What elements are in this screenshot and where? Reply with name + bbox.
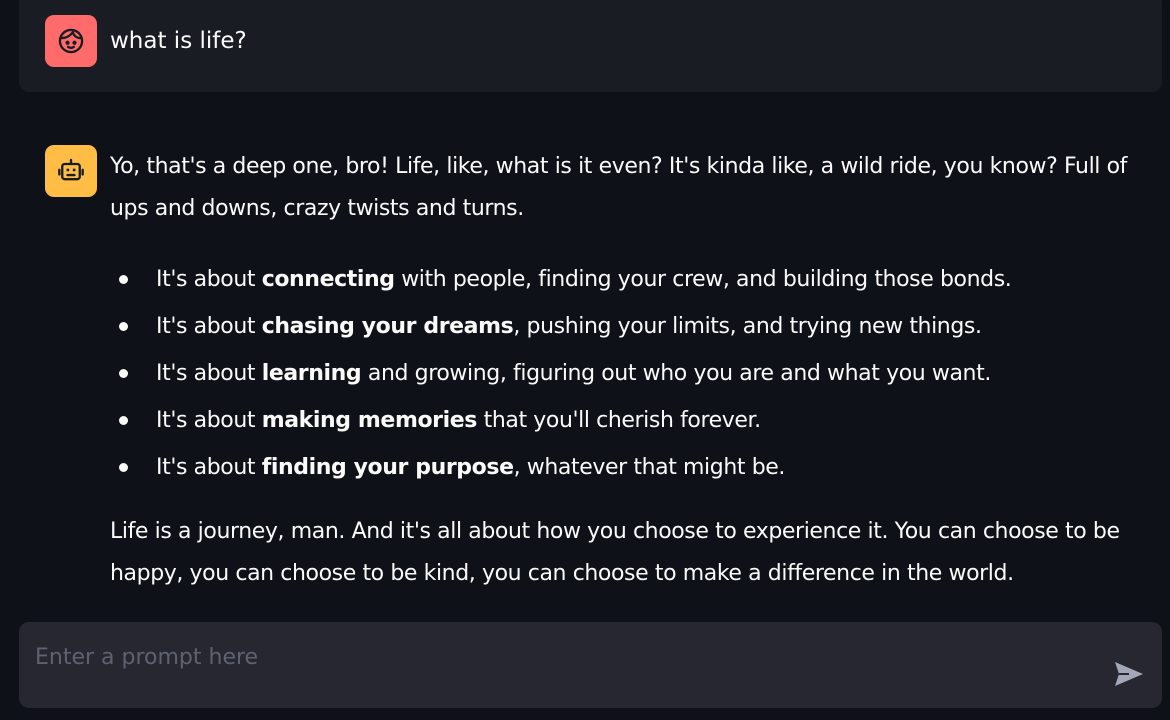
bullet-item: It's about chasing your dreams, pushing … — [119, 303, 1150, 350]
assistant-message: Yo, that's a deep one, bro! Life, like, … — [110, 146, 1150, 595]
prompt-input[interactable] — [33, 636, 1097, 678]
assistant-avatar — [45, 145, 97, 197]
assistant-bullet-list: It's about connecting with people, findi… — [110, 256, 1150, 491]
assistant-outro: Life is a journey, man. And it's all abo… — [110, 519, 1120, 586]
assistant-intro: Yo, that's a deep one, bro! Life, like, … — [110, 154, 1128, 221]
send-icon — [1115, 662, 1143, 686]
user-message: what is life? — [19, 0, 1162, 92]
face-icon — [58, 28, 84, 54]
bullet-item: It's about making memories that you'll c… — [119, 397, 1150, 444]
chat-page: what is life? Yo, that's a deep one, bro… — [0, 0, 1170, 720]
user-avatar — [45, 15, 97, 67]
bullet-item: It's about learning and growing, figurin… — [119, 350, 1150, 397]
send-button[interactable] — [1111, 658, 1147, 690]
robot-icon — [58, 158, 84, 181]
chat-input-container[interactable] — [19, 622, 1162, 708]
bullet-item: It's about connecting with people, findi… — [119, 256, 1150, 303]
user-message-text: what is life? — [110, 28, 247, 54]
bullet-item: It's about finding your purpose, whateve… — [119, 444, 1150, 491]
